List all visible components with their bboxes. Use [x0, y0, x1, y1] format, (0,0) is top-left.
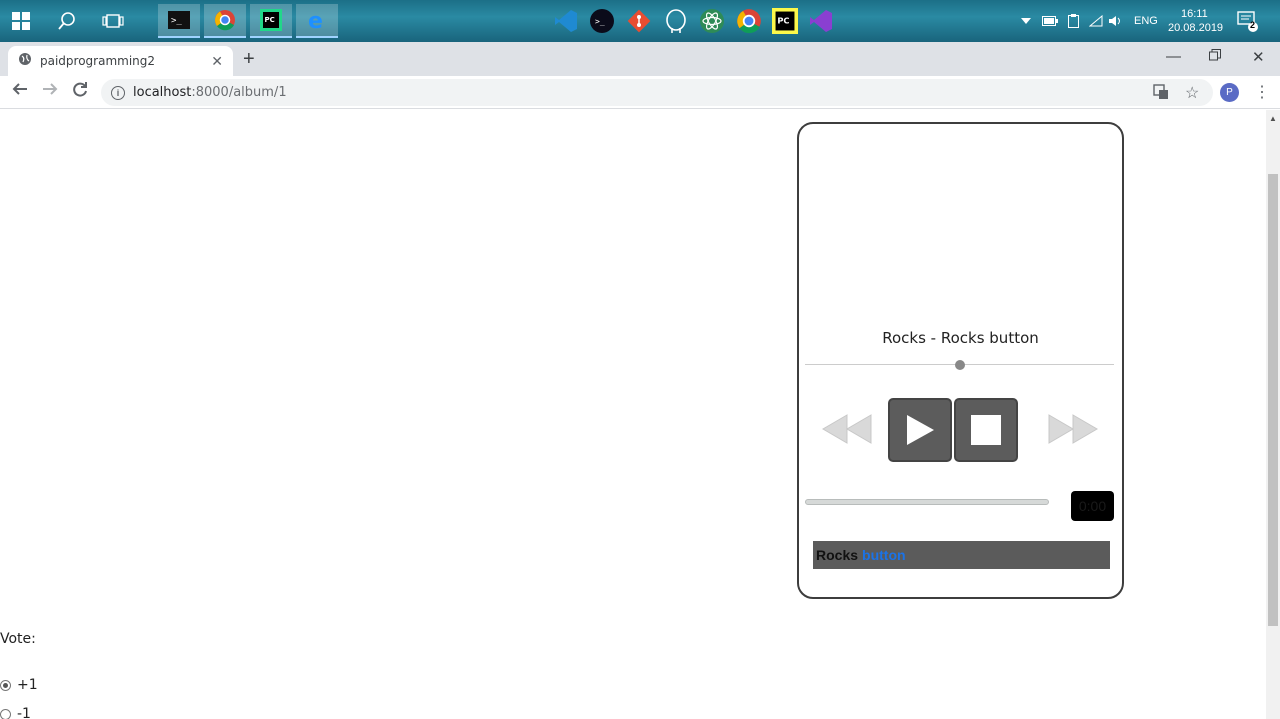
- bookmark-star-icon[interactable]: ☆: [1185, 83, 1199, 103]
- volume-icon[interactable]: [1106, 4, 1126, 38]
- task-view-icon[interactable]: [96, 4, 130, 38]
- now-playing-name: Rocks: [816, 547, 859, 563]
- play-button[interactable]: [888, 398, 952, 462]
- pycharm-app-icon-2[interactable]: PC: [768, 4, 802, 38]
- new-tab-icon[interactable]: +: [243, 48, 255, 71]
- radio-minus-one[interactable]: [0, 708, 11, 719]
- console-app-icon[interactable]: >_: [585, 4, 619, 38]
- radio-plus-one[interactable]: [0, 679, 11, 691]
- postgresql-app-icon[interactable]: [659, 4, 693, 38]
- progress-bar[interactable]: [805, 499, 1049, 505]
- chrome-app-icon[interactable]: [204, 4, 246, 38]
- windows-start-icon[interactable]: [4, 4, 38, 38]
- show-hidden-icons-icon[interactable]: [1018, 4, 1034, 38]
- minimize-icon[interactable]: —: [1166, 48, 1181, 65]
- address-bar[interactable]: i localhost:8000/album/1 ☆: [101, 79, 1213, 106]
- restore-icon[interactable]: [1209, 48, 1221, 65]
- language-indicator[interactable]: ENG: [1134, 15, 1158, 27]
- browser-tab-strip: paidprogramming2 ✕ + — ✕: [0, 42, 1280, 76]
- clock-time[interactable]: 16:11: [1181, 8, 1208, 20]
- svg-text:PC: PC: [777, 15, 789, 25]
- svg-text:>_: >_: [171, 16, 182, 26]
- clipboard-icon[interactable]: [1064, 4, 1082, 38]
- seek-handle[interactable]: [955, 360, 965, 370]
- more-menu-icon[interactable]: ⋮: [1254, 82, 1270, 102]
- reload-icon[interactable]: [72, 81, 88, 102]
- rewind-icon[interactable]: [821, 414, 873, 449]
- close-tab-icon[interactable]: ✕: [211, 53, 223, 70]
- translate-icon[interactable]: [1153, 84, 1169, 105]
- vscode-app-icon[interactable]: [549, 4, 583, 38]
- windows-taskbar: >_ PC e >_ PC ENG 16:11 20.08.2019 2: [0, 0, 1280, 42]
- now-playing-link[interactable]: button: [862, 547, 906, 563]
- close-window-icon[interactable]: ✕: [1252, 48, 1265, 66]
- clock-date[interactable]: 20.08.2019: [1168, 22, 1223, 34]
- url-path: :8000/album/1: [191, 85, 287, 100]
- profile-avatar[interactable]: P: [1220, 83, 1239, 102]
- atom-app-icon[interactable]: [695, 4, 729, 38]
- battery-icon[interactable]: [1040, 4, 1060, 38]
- scrollbar-thumb[interactable]: [1268, 174, 1278, 626]
- browser-tab[interactable]: paidprogramming2 ✕: [8, 46, 233, 76]
- action-center-icon[interactable]: 2: [1230, 4, 1264, 38]
- forward-arrow-icon[interactable]: [42, 81, 58, 102]
- page-content: Rocks - Rocks button 0:00 Rocks button V…: [0, 110, 1266, 719]
- play-icon: [907, 415, 934, 445]
- site-info-icon[interactable]: i: [111, 85, 125, 100]
- fast-forward-icon[interactable]: [1047, 414, 1099, 449]
- vote-option-plus-one[interactable]: +1: [0, 677, 38, 693]
- vote-option-minus-one[interactable]: -1: [0, 706, 31, 719]
- track-title: Rocks - Rocks button: [882, 329, 1039, 347]
- vote-option-label: -1: [17, 706, 31, 719]
- wifi-icon[interactable]: [1086, 4, 1106, 38]
- audio-player: Rocks - Rocks button 0:00 Rocks button: [797, 122, 1124, 599]
- vote-label: Vote:: [0, 631, 36, 647]
- url-host: localhost: [133, 85, 192, 100]
- now-playing-bar: Rocks button: [813, 541, 1110, 569]
- svg-text:>_: >_: [595, 17, 605, 26]
- tab-title: paidprogramming2: [40, 54, 156, 68]
- git-app-icon[interactable]: [622, 4, 656, 38]
- svg-text:e: e: [308, 9, 323, 31]
- page-scrollbar[interactable]: ▲: [1266, 110, 1280, 719]
- search-icon[interactable]: [50, 4, 84, 38]
- stop-button[interactable]: [954, 398, 1018, 462]
- time-display: 0:00: [1071, 491, 1114, 521]
- browser-toolbar: i localhost:8000/album/1 ☆ P ⋮: [0, 76, 1280, 109]
- svg-text:PC: PC: [265, 16, 275, 24]
- globe-icon: [18, 52, 32, 71]
- pycharm-app-icon[interactable]: PC: [250, 4, 292, 38]
- notification-count: 2: [1250, 20, 1256, 30]
- edge-app-icon[interactable]: e: [296, 4, 338, 38]
- vote-option-label: +1: [17, 677, 38, 693]
- stop-icon: [971, 415, 1001, 445]
- back-arrow-icon[interactable]: [12, 81, 28, 102]
- visual-studio-app-icon[interactable]: [804, 4, 838, 38]
- scroll-up-icon[interactable]: ▲: [1269, 114, 1277, 123]
- chrome-app-icon-2[interactable]: [732, 4, 766, 38]
- terminal-app-icon[interactable]: >_: [158, 4, 200, 38]
